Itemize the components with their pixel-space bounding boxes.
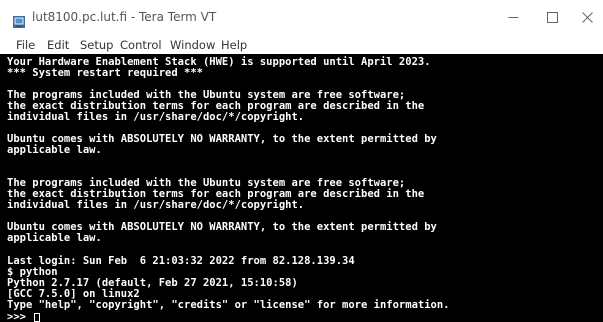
prompt-text: >>> [7,311,33,322]
terminal-line: Last login: Sun Feb 6 21:03:32 2022 from… [7,255,355,267]
menu-help[interactable]: Help [221,38,247,52]
terminal-line: individual files in /usr/share/doc/*/cop… [7,199,305,211]
text-cursor [34,313,41,322]
close-button[interactable] [565,0,603,34]
terminal-line: applicable law. [7,144,102,156]
menu-control[interactable]: Control [120,38,162,52]
menu-bar: File Edit Setup Control Window Help [0,36,603,54]
title-bar[interactable]: lut8100.pc.lut.fi - Tera Term VT [0,0,603,36]
terminal-line: Type "help", "copyright", "credits" or "… [7,299,450,311]
terminal-line: applicable law. [7,232,102,244]
teraterm-app-icon[interactable] [13,13,25,28]
close-icon [581,8,593,27]
tera-term-window: lut8100.pc.lut.fi - Tera Term VT File Ed… [0,0,603,322]
terminal-line: individual files in /usr/share/doc/*/cop… [7,111,305,123]
menu-window[interactable]: Window [170,38,215,52]
terminal-line: *** System restart required *** [7,67,203,79]
menu-file[interactable]: File [16,38,35,52]
menu-setup[interactable]: Setup [80,38,113,52]
python-prompt[interactable]: >>> [7,311,41,322]
window-title: lut8100.pc.lut.fi - Tera Term VT [32,10,217,24]
minimize-icon [508,8,519,27]
minimize-button[interactable] [491,0,535,34]
maximize-icon [546,8,558,27]
menu-edit[interactable]: Edit [47,38,69,52]
